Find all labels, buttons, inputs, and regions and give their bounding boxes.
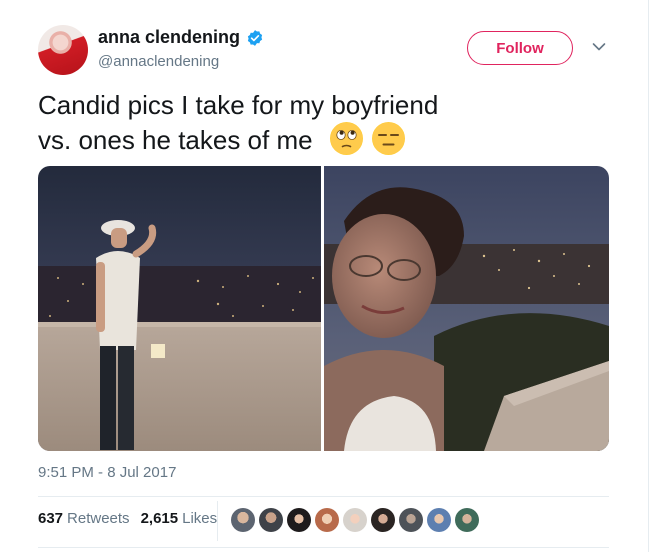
tweet-text-line-2: vs. ones he takes of me (38, 122, 598, 157)
liker-avatar[interactable] (231, 508, 255, 532)
media-grid (38, 166, 609, 451)
divider-bottom (38, 547, 609, 548)
tweet-text-line-1: Candid pics I take for my boyfriend (38, 90, 439, 120)
liker-avatar[interactable] (371, 508, 395, 532)
liker-avatar[interactable] (427, 508, 451, 532)
likes-stat[interactable]: 2,615 Likes (141, 510, 218, 527)
liker-avatar[interactable] (315, 508, 339, 532)
tweet-timestamp[interactable]: 9:51 PM - 8 Jul 2017 (38, 464, 176, 481)
liker-avatar[interactable] (399, 508, 423, 532)
name-row: anna clendening (98, 27, 264, 48)
verified-badge-icon (247, 29, 263, 46)
tweet-card: anna clendening @annaclendening Follow C… (0, 0, 649, 552)
man-on-overlook-photo[interactable] (38, 166, 321, 451)
retweets-count: 637 (38, 510, 64, 527)
face-with-rolling-eyes-icon (329, 122, 363, 155)
liker-avatar[interactable] (287, 508, 311, 532)
divider-top (38, 496, 609, 497)
retweets-label: Retweets (67, 510, 130, 527)
woman-selfie-photo[interactable] (324, 166, 609, 451)
retweets-stat[interactable]: 637 Retweets (38, 510, 130, 527)
follow-button[interactable]: Follow (467, 31, 573, 65)
likes-count: 2,615 (140, 510, 179, 527)
avatar[interactable] (38, 25, 88, 75)
likers-avatars (231, 508, 483, 532)
liker-avatar[interactable] (455, 508, 479, 532)
chevron-down-icon[interactable] (592, 42, 606, 52)
expressionless-face-icon (372, 122, 406, 155)
tweet-stats: 637 Retweets 2,615 Likes (38, 510, 228, 527)
display-name[interactable]: anna clendening (98, 27, 240, 48)
tweet-text-line-2-text: vs. ones he takes of me (38, 125, 313, 155)
liker-avatar[interactable] (343, 508, 367, 532)
stats-separator (217, 501, 218, 541)
tweet-text: Candid pics I take for my boyfriend vs. … (38, 89, 598, 157)
likes-label: Likes (182, 510, 218, 527)
liker-avatar[interactable] (259, 508, 283, 532)
user-handle[interactable]: @annaclendening (98, 53, 219, 70)
